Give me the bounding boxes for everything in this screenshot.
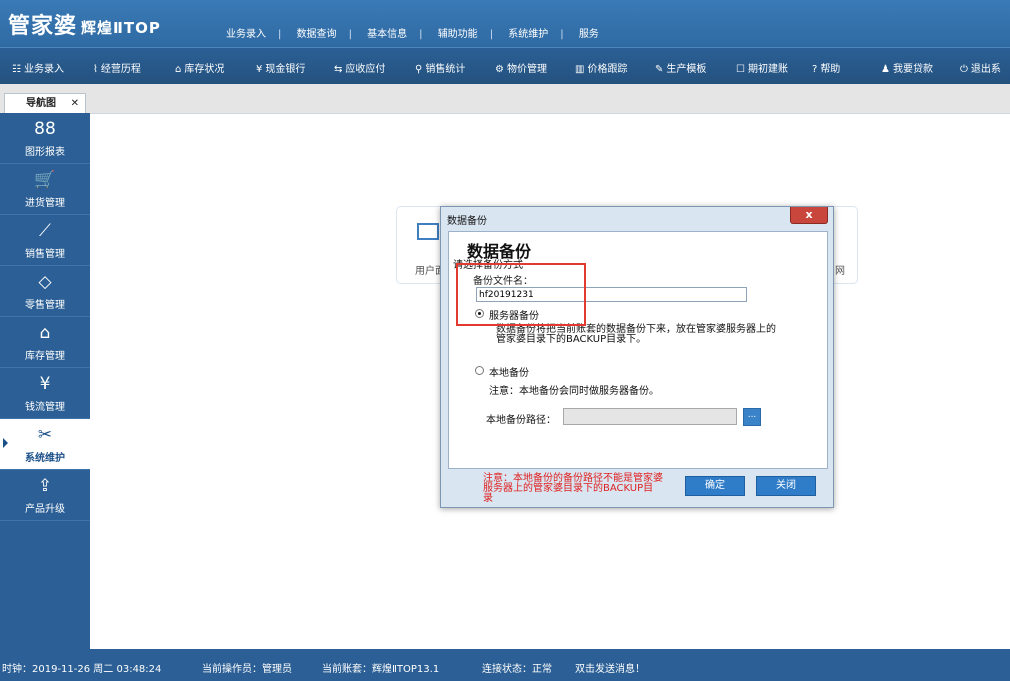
entry-icon: ☷ bbox=[12, 64, 21, 75]
app-logo: 管家婆 辉煌ⅡTOP bbox=[8, 8, 161, 40]
tools-icon: ✂ bbox=[37, 425, 53, 445]
sidebar-item-inventory[interactable]: ⌂ 库存管理 bbox=[0, 317, 90, 368]
dialog-warning: 注意：本地备份的备份路径不能是管家婆服务器上的管家婆目录下的BACKUP目录 bbox=[483, 473, 663, 504]
toolbar-cash[interactable]: ¥ 现金银行 bbox=[256, 60, 305, 75]
close-button[interactable]: 关闭 bbox=[756, 476, 816, 496]
send-message-link[interactable]: 双击发送消息！ bbox=[575, 660, 645, 675]
toolbar-price-mgmt[interactable]: ⚙ 物价管理 bbox=[495, 60, 547, 75]
top-menu: 业务录入 | 数据查询 | 基本信息 | 辅助功能 | 系统维护 | 服务 bbox=[226, 29, 599, 40]
backup-dialog: 数据备份 x 数据备份 请选择备份方式 备份文件名： 服务器备份 数据备份将把当… bbox=[440, 206, 834, 508]
ok-button[interactable]: 确定 bbox=[685, 476, 745, 496]
top-menu-item[interactable]: 基本信息 bbox=[367, 29, 407, 40]
tab-navigation[interactable]: 导航图 ✕ bbox=[4, 93, 86, 113]
top-menu-item[interactable]: 服务 bbox=[579, 29, 599, 40]
cart-icon: 🛒 bbox=[34, 170, 56, 190]
help-icon: ? bbox=[812, 64, 818, 75]
tag-icon: ◇ bbox=[38, 272, 52, 292]
grid-icon: 88 bbox=[34, 119, 56, 139]
status-bar: 时钟：2019-11-26 周二 03:48:24 当前操作员：管理员 当前账套… bbox=[0, 649, 1010, 681]
sidebar-item-sales[interactable]: ⟋ 销售管理 bbox=[0, 215, 90, 266]
exchange-icon: ⇆ bbox=[334, 64, 343, 75]
top-menu-item[interactable]: 数据查询 bbox=[297, 29, 337, 40]
title-bar: 管家婆 辉煌ⅡTOP 业务录入 | 数据查询 | 基本信息 | 辅助功能 | 系统维护 | … bbox=[0, 0, 1010, 47]
sidebar-item-graph-reports[interactable]: 88 图形报表 bbox=[0, 113, 90, 164]
toolbar-receivable[interactable]: ⇆ 应收应付 bbox=[334, 60, 385, 75]
monitor-icon bbox=[417, 223, 439, 240]
sidebar-item-retail[interactable]: ◇ 零售管理 bbox=[0, 266, 90, 317]
top-menu-item[interactable]: 业务录入 bbox=[226, 29, 266, 40]
bar-chart-icon: ▥ bbox=[575, 64, 585, 75]
local-path-label: 本地备份路径： bbox=[486, 415, 556, 426]
toolbar-history[interactable]: ⌇ 经营历程 bbox=[93, 60, 141, 75]
tab-row: 导航图 ✕ bbox=[0, 84, 1010, 114]
sidebar-item-purchase[interactable]: 🛒 进货管理 bbox=[0, 164, 90, 215]
person-icon: ♟ bbox=[881, 64, 890, 75]
trend-icon: ⟋ bbox=[39, 221, 51, 241]
toolbar-sales-stats[interactable]: ⚲ 销售统计 bbox=[415, 60, 465, 75]
toolbar-help[interactable]: ? 帮助 bbox=[812, 60, 840, 75]
tab-label: 导航图 bbox=[26, 98, 56, 109]
dialog-close-button[interactable]: x bbox=[790, 207, 828, 224]
logo-sub: 辉煌ⅡTOP bbox=[81, 19, 161, 37]
main-toolbar: ☷ 业务录入 ⌇ 经营历程 ⌂ 库存状况 ¥ 现金银行 ⇆ 应收应付 ⚲ 销售统计 ⚙ 物价管… bbox=[0, 47, 1010, 84]
home-icon: ⌂ bbox=[175, 64, 182, 75]
toolbar-business-entry[interactable]: ☷ 业务录入 bbox=[12, 60, 64, 75]
browse-button[interactable]: ... bbox=[743, 408, 761, 426]
status-operator: 当前操作员：管理员 bbox=[202, 664, 292, 675]
top-menu-item[interactable]: 系统维护 bbox=[508, 29, 548, 40]
upload-icon: ⇪ bbox=[37, 476, 53, 496]
server-backup-description: 数据备份将把当前账套的数据备份下来，放在管家婆服务器上的管家婆目录下的BACKU… bbox=[496, 324, 776, 345]
home-icon: ⌂ bbox=[39, 323, 51, 343]
power-icon: ⏻ bbox=[960, 64, 968, 75]
close-icon[interactable]: ✕ bbox=[71, 94, 79, 113]
toolbar-exit[interactable]: ⏻ 退出系 bbox=[960, 60, 1001, 75]
logo-main: 管家婆 bbox=[8, 14, 78, 39]
card-right-label[interactable]: 网 bbox=[835, 262, 845, 277]
status-account: 当前账套：辉煌ⅡTOP13.1 bbox=[322, 664, 440, 675]
search-icon: ⚲ bbox=[415, 64, 423, 75]
sidebar-item-system-maintenance[interactable]: ✂ 系统维护 bbox=[0, 419, 90, 470]
toolbar-production[interactable]: ✎ 生产模板 bbox=[655, 60, 706, 75]
yen-icon: ¥ bbox=[256, 64, 263, 75]
highlight-box bbox=[456, 263, 586, 326]
local-path-input[interactable] bbox=[563, 408, 737, 425]
sidebar: 88 图形报表 🛒 进货管理 ⟋ 销售管理 ◇ 零售管理 ⌂ 库存管理 ¥ 钱流管理 ✂ 系统… bbox=[0, 113, 90, 649]
edit-icon: ☐ bbox=[736, 64, 745, 75]
status-time: 时钟：2019-11-26 周二 03:48:24 bbox=[2, 664, 162, 675]
sidebar-item-cashflow[interactable]: ¥ 钱流管理 bbox=[0, 368, 90, 419]
trend-icon: ⌇ bbox=[93, 64, 98, 75]
local-backup-label[interactable]: 本地备份 bbox=[489, 364, 529, 379]
status-connection: 连接状态：正常 bbox=[482, 664, 552, 675]
local-backup-note: 注意：本地备份会同时做服务器备份。 bbox=[489, 386, 659, 397]
wrench-icon: ✎ bbox=[655, 64, 664, 75]
sidebar-item-upgrade[interactable]: ⇪ 产品升级 bbox=[0, 470, 90, 521]
active-marker-icon bbox=[3, 438, 8, 448]
money-icon: ¥ bbox=[39, 374, 51, 394]
dialog-body: 数据备份 请选择备份方式 备份文件名： 服务器备份 数据备份将把当前账套的数据备… bbox=[448, 231, 828, 469]
dialog-title: 数据备份 bbox=[447, 216, 487, 227]
toolbar-stock[interactable]: ⌂ 库存状况 bbox=[175, 60, 224, 75]
local-backup-radio[interactable] bbox=[475, 366, 484, 375]
toolbar-opening[interactable]: ☐ 期初建账 bbox=[736, 60, 788, 75]
toolbar-price-track[interactable]: ▥ 价格跟踪 bbox=[575, 60, 627, 75]
top-menu-item[interactable]: 辅助功能 bbox=[438, 29, 478, 40]
toolbar-loan[interactable]: ♟ 我要贷款 bbox=[881, 60, 933, 75]
gear-icon: ⚙ bbox=[495, 64, 504, 75]
